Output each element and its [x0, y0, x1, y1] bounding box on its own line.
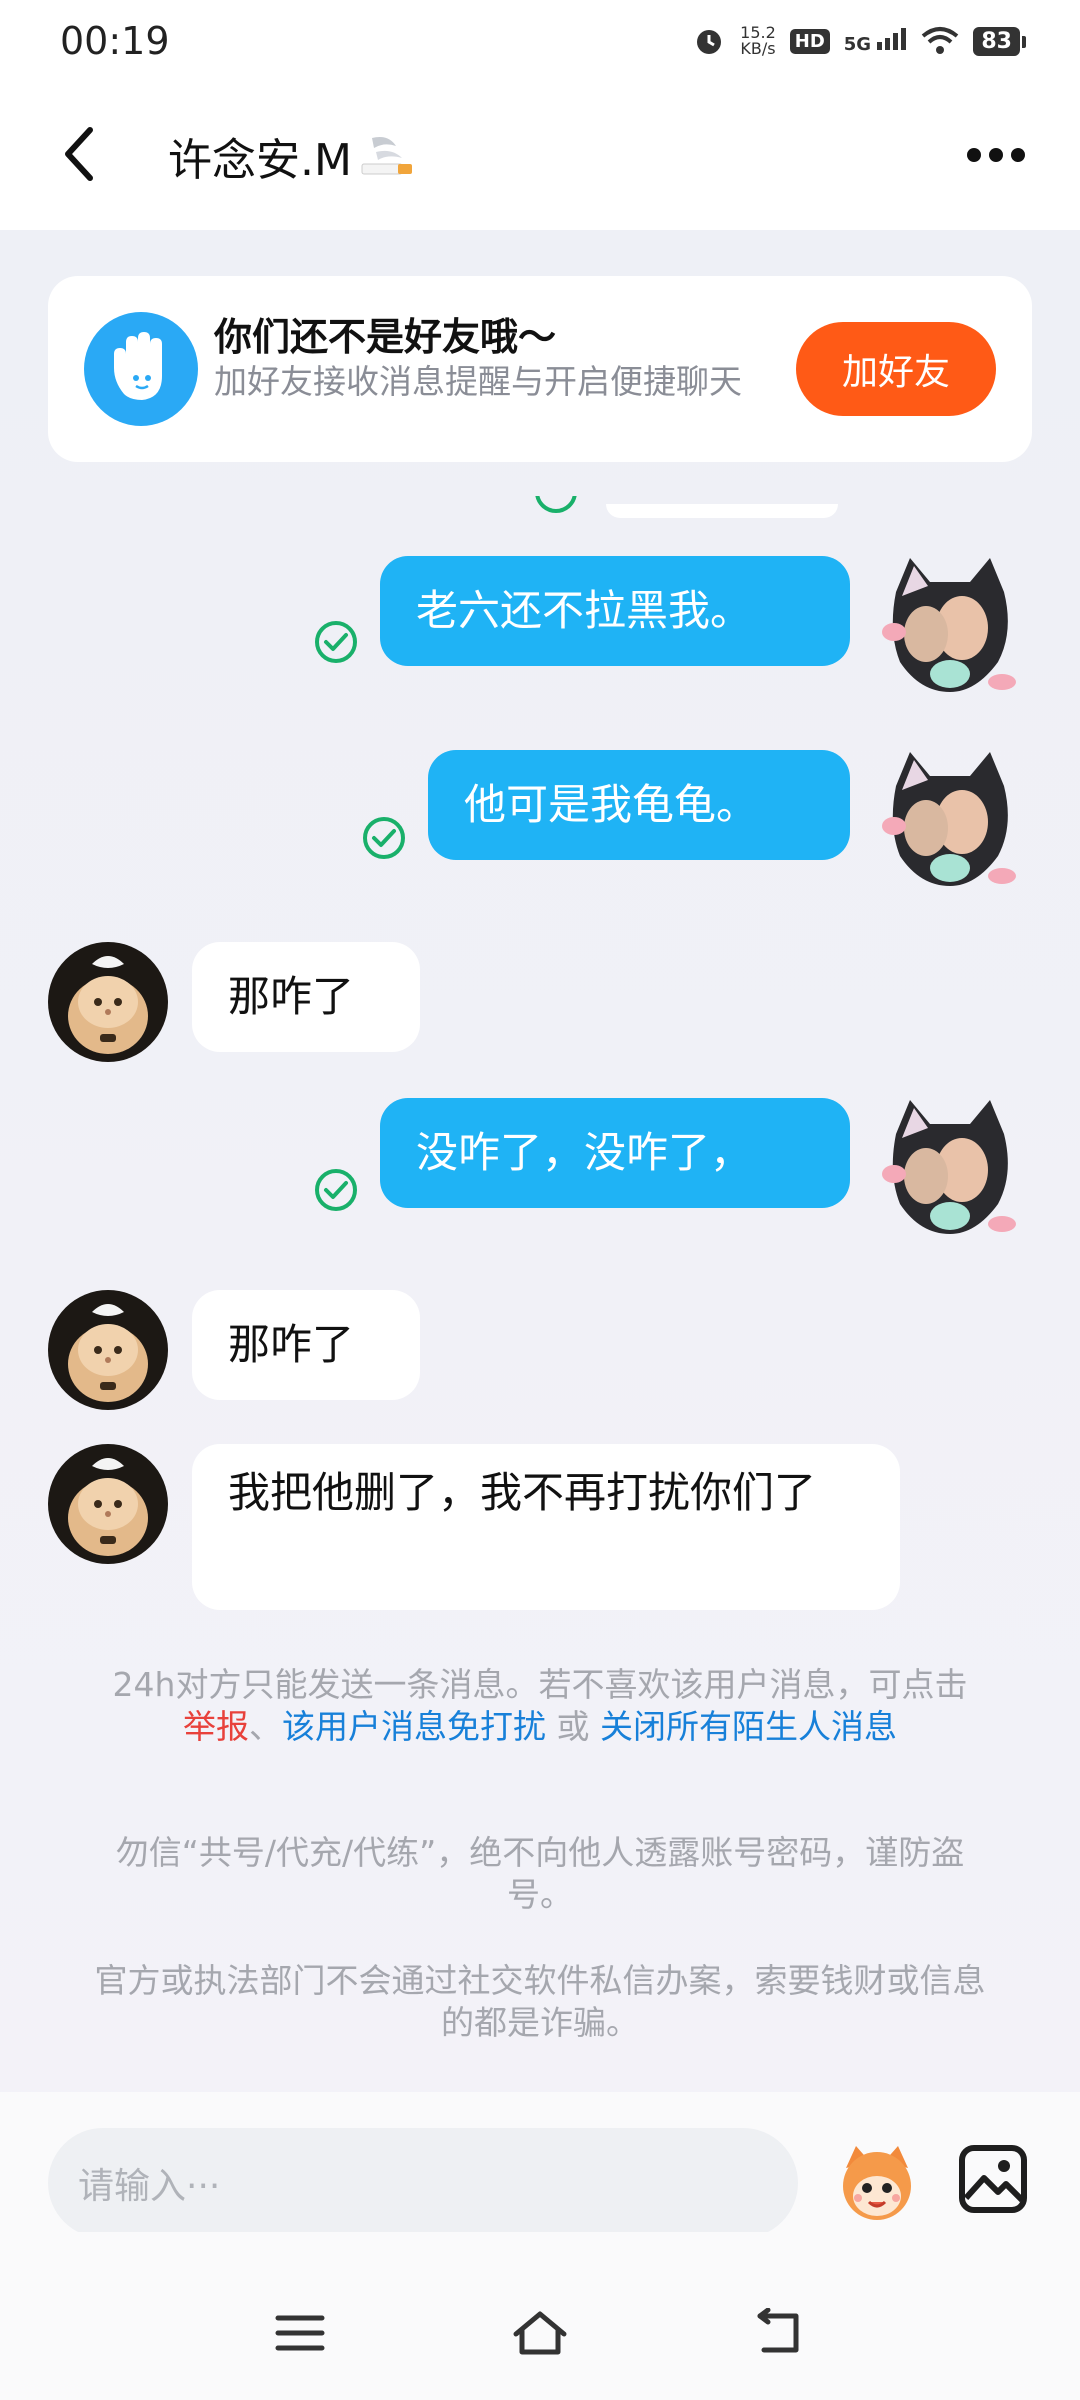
more-options-icon[interactable]: [966, 142, 1026, 168]
wave-hand-icon: [84, 312, 198, 426]
sent-check-icon: [535, 496, 577, 513]
alarm-icon: [697, 30, 722, 54]
message-text: 那咋了: [228, 1320, 355, 1369]
signal-bars-icon: [877, 27, 907, 50]
emoji-sticker-icon[interactable]: [832, 2138, 922, 2228]
cigarette-icon: [361, 137, 412, 175]
sent-check-icon: [315, 1169, 357, 1211]
contact-avatar[interactable]: [48, 1290, 168, 1410]
card-title: 你们还不是好友哦～: [214, 315, 557, 359]
close-stranger-messages-link[interactable]: 关闭所有陌生人消息: [600, 1707, 897, 1746]
net-speed-unit: KB/s: [740, 39, 776, 58]
home-icon[interactable]: [510, 2308, 570, 2358]
message-text: 老六还不拉黑我。: [416, 586, 753, 635]
message-text: 我把他删了，我不再打扰你们了: [228, 1468, 817, 1517]
status-time: 00:19: [60, 19, 170, 63]
stranger-message-notice: 24h对方只能发送一条消息。若不喜欢该用户消息，可点击 举报、该用户消息免打扰 …: [60, 1664, 1020, 1748]
network-signal: 5G: [843, 27, 908, 55]
add-friend-button[interactable]: 加好友: [796, 322, 996, 416]
message-text: 没咋了，没咋了，: [416, 1128, 753, 1177]
status-bar: 00:19 15.2 KB/s HD 5G 83: [0, 0, 1080, 82]
menu-icon[interactable]: [270, 2308, 330, 2358]
contact-name: 许念安.M: [168, 135, 352, 186]
message-bubble-received[interactable]: 我把他删了，我不再打扰你们了: [192, 1444, 900, 1610]
chat-area[interactable]: 你们还不是好友哦～ 加好友接收消息提醒与开启便捷聊天 加好友 老六还不拉黑我。 …: [0, 230, 1080, 2092]
my-avatar[interactable]: [880, 1094, 1020, 1244]
add-friend-card: 你们还不是好友哦～ 加好友接收消息提醒与开启便捷聊天 加好友: [48, 276, 1032, 462]
message-bubble-sent[interactable]: 没咋了，没咋了，: [380, 1098, 850, 1208]
message-bubble-received[interactable]: 那咋了: [192, 1290, 420, 1400]
report-link[interactable]: 举报: [183, 1707, 249, 1746]
sent-check-icon: [363, 817, 405, 859]
input-bar: 请输入···: [0, 2092, 1080, 2238]
notice-text: 24h对方只能发送一条消息。若不喜欢该用户消息，可点击: [112, 1665, 968, 1704]
account-security-warning: 勿信“共号/代充/代练”，绝不向他人透露账号密码，谨防盗号。: [115, 1833, 965, 1914]
previous-message-bubble: [606, 504, 838, 518]
chat-header: 许念安.M: [0, 82, 1080, 230]
net-speed: 15.2 KB/s: [740, 25, 776, 57]
system-navigation-bar: [0, 2232, 1080, 2400]
network-label: 5G: [843, 33, 872, 55]
my-avatar[interactable]: [880, 746, 1020, 896]
notice-separator: 、: [249, 1707, 282, 1746]
message-input[interactable]: 请输入···: [48, 2128, 798, 2238]
wifi-icon: [922, 27, 959, 54]
message-bubble-received[interactable]: 那咋了: [192, 942, 420, 1052]
hd-badge: HD: [789, 28, 830, 54]
status-icons: 15.2 KB/s HD 5G 83: [692, 24, 1026, 58]
message-text: 那咋了: [228, 972, 355, 1021]
battery-indicator: 83: [973, 26, 1026, 56]
message-bubble-sent[interactable]: 老六还不拉黑我。: [380, 556, 850, 666]
fraud-warning: 官方或执法部门不会通过社交软件私信办案，索要钱财或信息的都是诈骗。: [94, 1961, 986, 2042]
mute-user-link[interactable]: 该用户消息免打扰: [282, 1707, 546, 1746]
contact-avatar[interactable]: [48, 942, 168, 1062]
contact-avatar[interactable]: [48, 1444, 168, 1564]
notice-or: 或: [546, 1707, 600, 1746]
sent-check-icon: [315, 621, 357, 663]
message-text: 他可是我龟龟。: [464, 780, 759, 829]
back-arrow-icon[interactable]: [56, 124, 106, 184]
card-subtitle: 加好友接收消息提醒与开启便捷聊天: [214, 362, 742, 401]
back-nav-icon[interactable]: [750, 2308, 810, 2358]
message-bubble-sent[interactable]: 他可是我龟龟。: [428, 750, 850, 860]
image-picker-icon[interactable]: [958, 2144, 1028, 2214]
chat-title: 许念安.M: [168, 124, 416, 188]
my-avatar[interactable]: [880, 552, 1020, 702]
